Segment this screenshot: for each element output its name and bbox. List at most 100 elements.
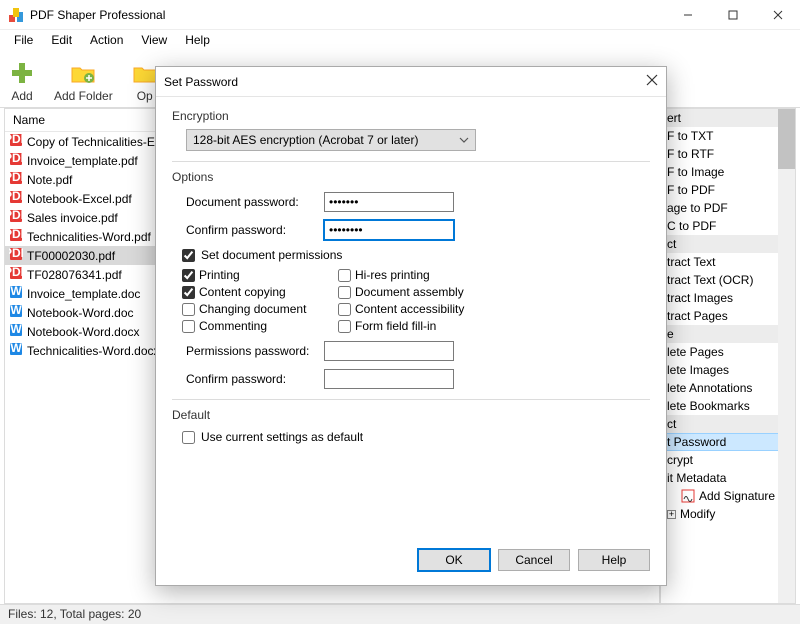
menu-file[interactable]: File [6,31,41,49]
tree-section-header[interactable]: ct [661,415,795,433]
permissions-confirm-input[interactable] [324,369,454,389]
file-name: Technicalities-Word.pdf [27,230,151,244]
file-name: Sales invoice.pdf [27,211,118,225]
cancel-button[interactable]: Cancel [498,549,570,571]
options-section-label: Options [172,170,650,184]
minimize-button[interactable] [665,0,710,30]
svg-text:PDF: PDF [9,190,23,203]
tree-item[interactable]: lete Annotations [661,379,795,397]
document-password-input[interactable] [324,192,454,212]
svg-text:W: W [10,285,22,298]
use-default-checkbox[interactable] [182,431,195,444]
tree-item[interactable]: Add Signature [661,487,795,505]
perm-printing-checkbox[interactable] [182,269,195,282]
set-password-dialog: Set Password Encryption 128-bit AES encr… [155,66,667,586]
tree-item[interactable]: lete Bookmarks [661,397,795,415]
tree-item-label: lete Annotations [667,381,752,395]
set-permissions-label: Set document permissions [201,248,342,262]
tree-item[interactable]: F to RTF [661,145,795,163]
tree-item-label: tract Text (OCR) [667,273,753,287]
maximize-button[interactable] [710,0,755,30]
tree-section-header[interactable]: ert [661,109,795,127]
permissions-grid: Printing Content copying Changing docume… [182,268,650,333]
encryption-dropdown[interactable]: 128-bit AES encryption (Acrobat 7 or lat… [186,129,476,151]
pdf-icon: PDF [9,133,23,150]
tree-item[interactable]: tract Text (OCR) [661,271,795,289]
menu-view[interactable]: View [133,31,175,49]
tree-item[interactable]: t Password [661,433,795,451]
confirm-password-label: Confirm password: [186,223,316,237]
tree-item[interactable]: tract Images [661,289,795,307]
perm-changing-document-checkbox[interactable] [182,303,195,316]
dialog-buttons: OK Cancel Help [156,539,666,585]
tree-item[interactable]: age to PDF [661,199,795,217]
actions-tree[interactable]: ertF to TXT F to RTF F to Image F to PDF age… [660,108,796,604]
file-name: Note.pdf [27,173,72,187]
perm-hires-printing-checkbox[interactable] [338,269,351,282]
default-section-label: Default [172,408,650,422]
svg-text:PDF: PDF [9,133,23,146]
plus-box-icon: + [667,510,676,519]
tree-item[interactable]: lete Pages [661,343,795,361]
dialog-close-button[interactable] [646,74,658,89]
close-button[interactable] [755,0,800,30]
tree-expand-item[interactable]: +Modify [661,505,795,523]
tree-item[interactable]: F to Image [661,163,795,181]
plus-icon [8,59,36,87]
tree-item[interactable]: lete Images [661,361,795,379]
tree-item-label: lete Pages [667,345,724,359]
menu-action[interactable]: Action [82,31,131,49]
tree-item-label: F to RTF [667,147,714,161]
perm-content-accessibility-checkbox[interactable] [338,303,351,316]
menu-help[interactable]: Help [177,31,218,49]
menu-bar: File Edit Action View Help [0,30,800,50]
svg-text:W: W [10,342,22,355]
tree-item[interactable]: F to PDF [661,181,795,199]
scroll-thumb[interactable] [778,109,795,169]
file-name: Notebook-Word.docx [27,325,140,339]
svg-text:PDF: PDF [9,152,23,165]
pdf-icon: PDF [9,266,23,283]
perm-document-assembly-checkbox[interactable] [338,286,351,299]
tree-item[interactable]: F to TXT [661,127,795,145]
signature-icon [681,489,695,503]
menu-edit[interactable]: Edit [43,31,80,49]
tree-section-header[interactable]: e [661,325,795,343]
doc-icon: W [9,323,23,340]
perm-commenting-checkbox[interactable] [182,320,195,333]
tree-item[interactable]: crypt [661,451,795,469]
add-button[interactable]: Add [8,59,36,103]
tree-item-label: Add Signature [699,489,775,503]
ok-button[interactable]: OK [418,549,490,571]
scrollbar[interactable] [778,109,795,603]
confirm-password-input[interactable] [324,220,454,240]
perm-form-fill-checkbox[interactable] [338,320,351,333]
add-folder-button[interactable]: Add Folder [54,59,113,103]
doc-icon: W [9,342,23,359]
encryption-section-label: Encryption [172,109,650,123]
file-name: Copy of Technicalities-Excel [27,135,176,149]
perm-hires-printing-label: Hi-res printing [355,268,430,282]
set-permissions-checkbox[interactable] [182,249,195,262]
dialog-titlebar: Set Password [156,67,666,97]
tree-item-label: age to PDF [667,201,728,215]
permissions-password-input[interactable] [324,341,454,361]
perm-content-copying-checkbox[interactable] [182,286,195,299]
tree-section-header[interactable]: ct [661,235,795,253]
tree-item-label: F to PDF [667,183,715,197]
svg-text:PDF: PDF [9,171,23,184]
pdf-icon: PDF [9,152,23,169]
separator [172,161,650,162]
pdf-icon: PDF [9,209,23,226]
close-icon [646,74,658,86]
help-button[interactable]: Help [578,549,650,571]
tree-item[interactable]: it Metadata [661,469,795,487]
perm-document-assembly-label: Document assembly [355,285,464,299]
perm-content-accessibility-label: Content accessibility [355,302,464,316]
tree-item[interactable]: C to PDF [661,217,795,235]
add-folder-label: Add Folder [54,89,113,103]
tree-item[interactable]: tract Pages [661,307,795,325]
separator [172,399,650,400]
doc-icon: W [9,304,23,321]
tree-item[interactable]: tract Text [661,253,795,271]
